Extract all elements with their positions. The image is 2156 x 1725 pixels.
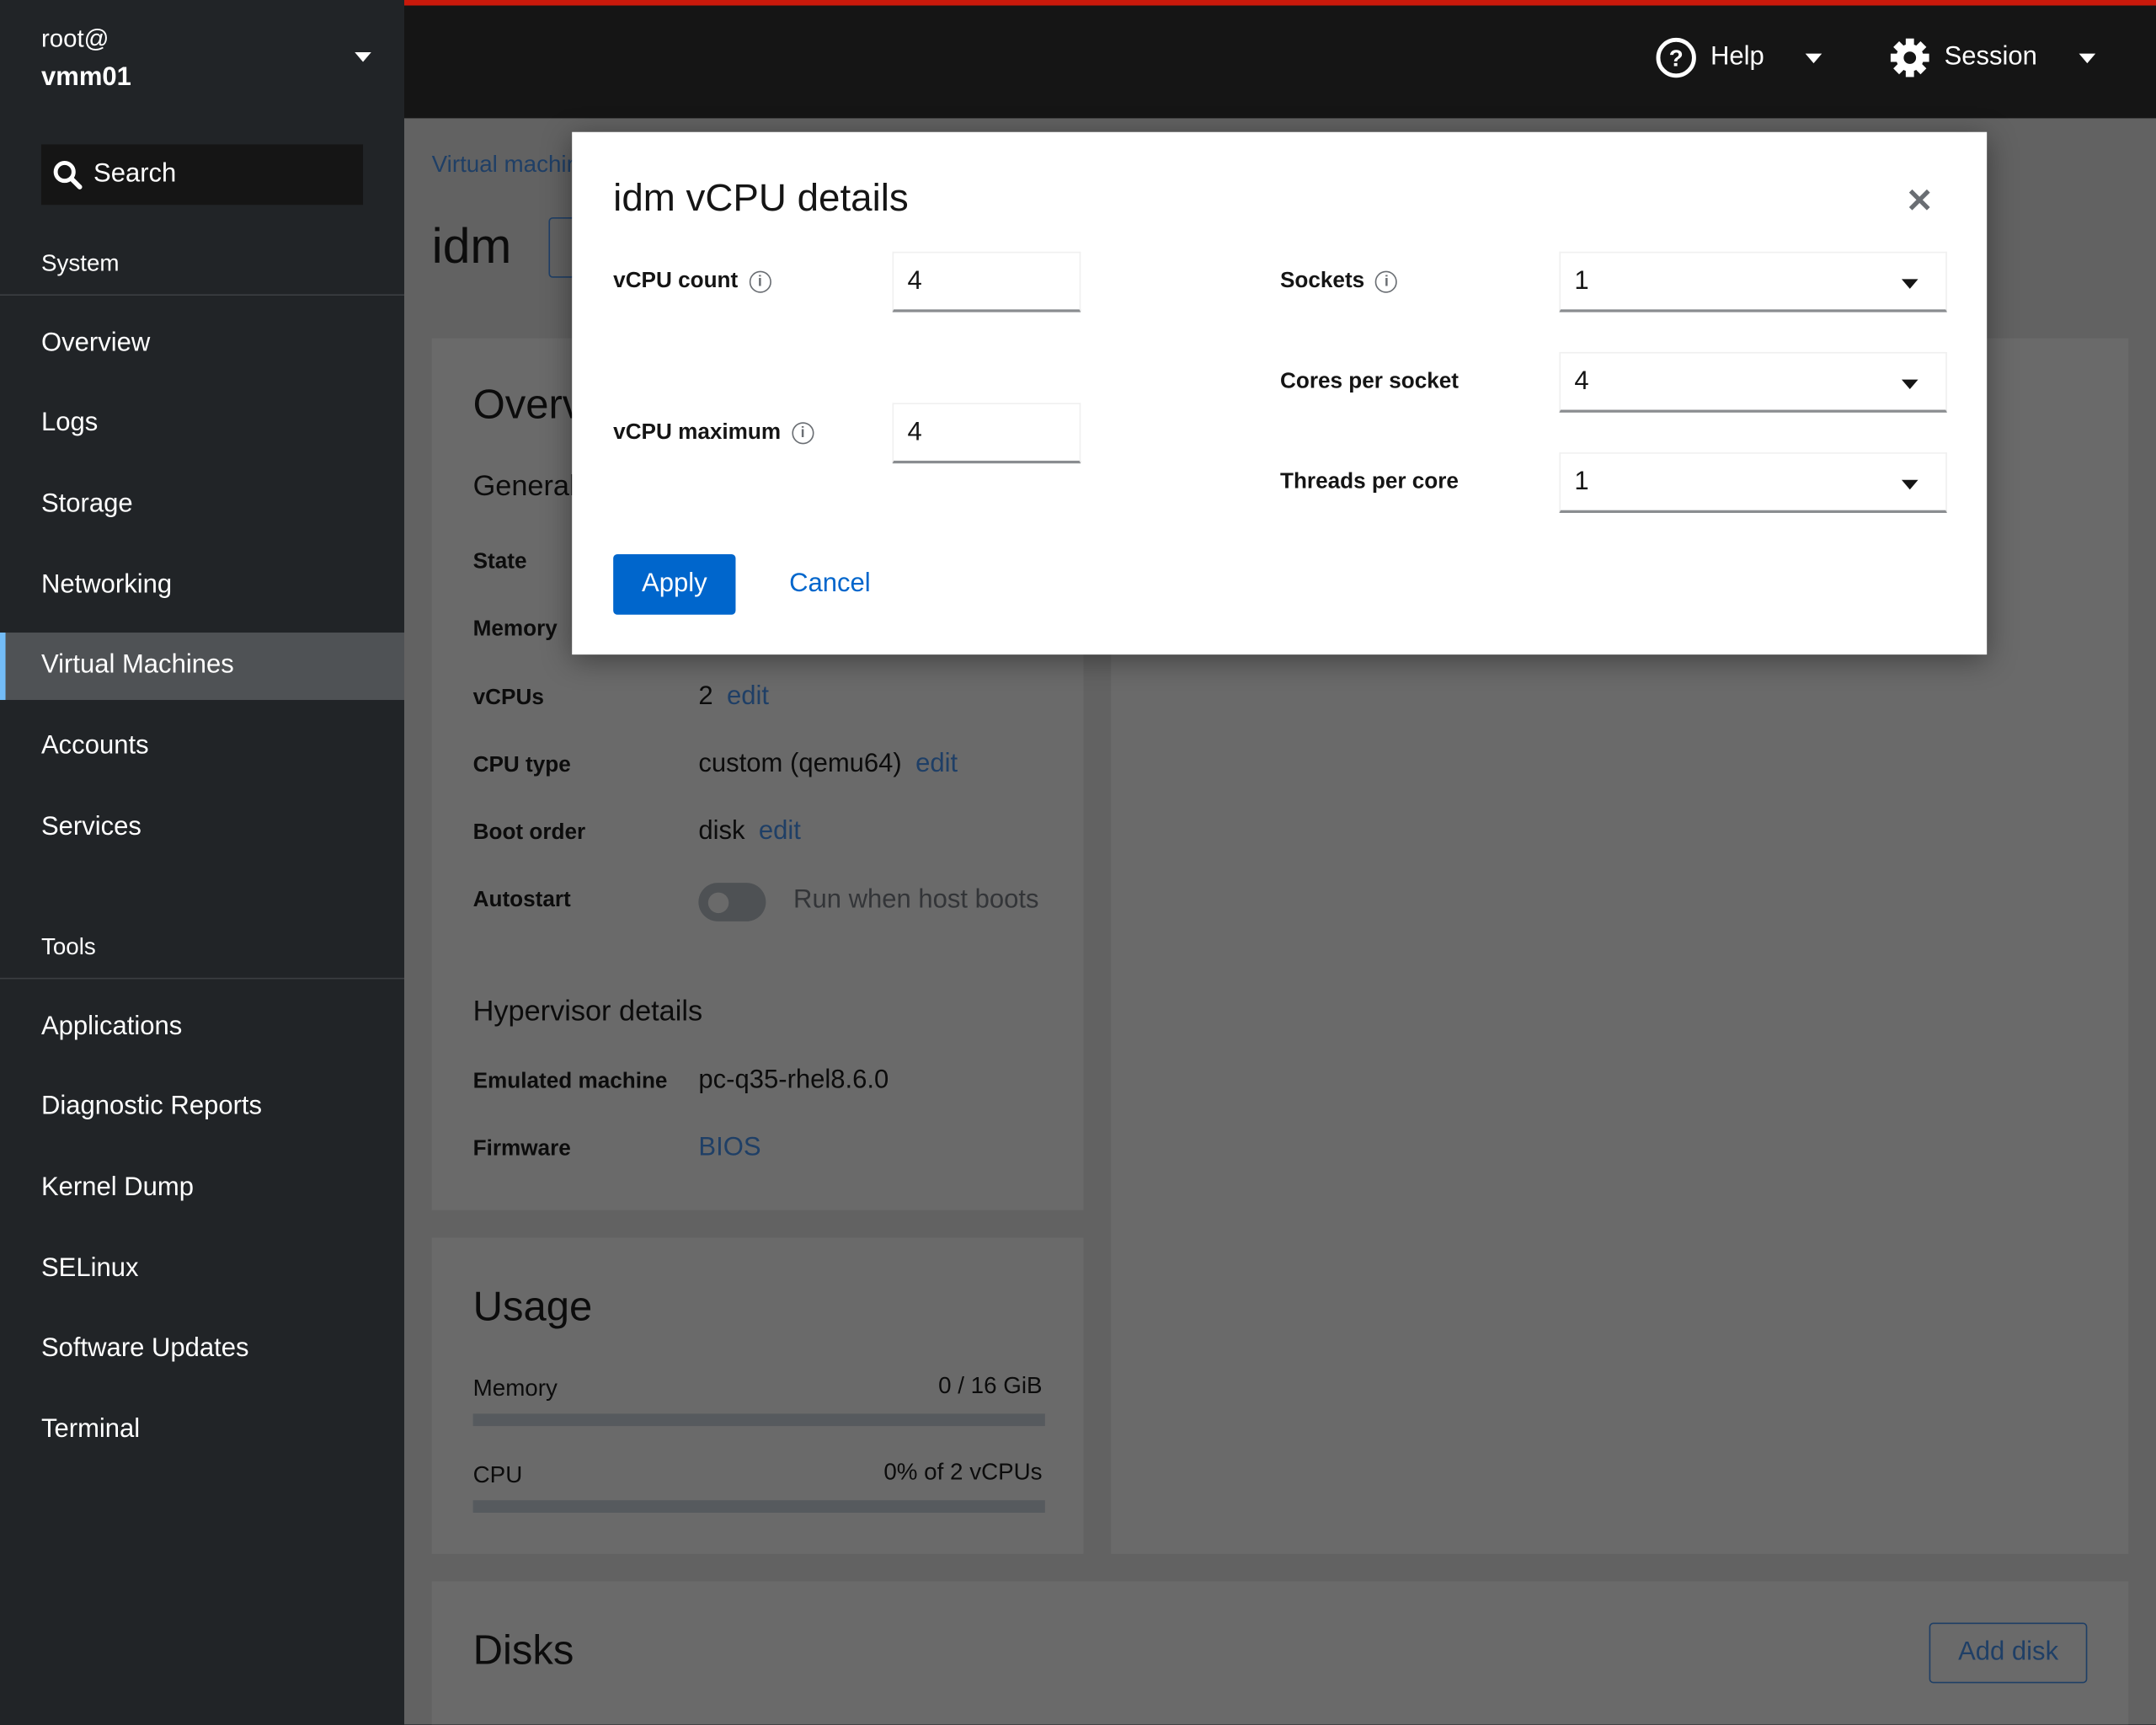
info-icon[interactable]: i [792,422,814,445]
chevron-down-icon [1805,52,1822,63]
row-label: vCPUs [472,686,544,709]
hypervisor-heading: Hypervisor details [472,996,703,1028]
threads-per-core-select[interactable]: 1 [1559,452,1947,513]
row-value: disk edit [698,817,801,847]
firmware-label: Firmware [472,1137,571,1161]
sidebar-item-kernel-dump[interactable]: Kernel Dump [0,1154,404,1221]
session-menu[interactable]: Session [1889,37,2095,78]
search-icon [53,161,83,190]
sidebar-item-storage[interactable]: Storage [0,471,404,538]
info-icon[interactable]: i [749,270,771,293]
usage-card: Usage Memory 0 / 16 GiB CPU 0% of 2 vCPU… [431,1237,1084,1554]
sidebar-item-selinux[interactable]: SELinux [0,1235,404,1302]
caret-down-icon [1901,379,1919,390]
tools-heading: Tools [40,933,96,960]
disks-title: Disks [472,1628,574,1674]
cores-value: 4 [1574,366,1589,397]
help-label: Help [1710,42,1764,72]
sidebar-item-software-updates[interactable]: Software Updates [0,1316,404,1383]
cores-per-socket-label: Cores per socket [1279,370,1459,393]
vcpu-maximum-label: vCPU maximum [613,420,782,445]
host-chevron-down-icon[interactable] [355,52,371,62]
row-value: 2 edit [698,681,769,712]
sidebar-item-logs[interactable]: Logs [0,390,404,457]
accent-line [403,0,2156,6]
sockets-select[interactable]: 1 [1559,251,1947,312]
cancel-button[interactable]: Cancel [789,569,871,600]
general-heading: General [472,470,576,502]
memory-label: Memory [472,1375,558,1402]
cpu-label: CPU [472,1461,523,1488]
divider [0,294,404,296]
svg-text:?: ? [1669,45,1684,71]
memory-value: 0 / 16 GiB [938,1372,1043,1399]
top-bar: ? Help Session [403,0,2156,119]
row-value-text: disk [698,817,745,846]
host-user: root@ [40,24,109,53]
divider [0,977,404,980]
apply-button[interactable]: Apply [613,553,736,615]
edit-link[interactable]: edit [915,750,958,778]
disks-card: Disks Add disk [431,1581,2129,1725]
row-label: CPU type [472,753,571,777]
sockets-value: 1 [1574,266,1589,296]
cores-per-socket-select[interactable]: 4 [1559,351,1947,413]
row-label: Boot order [472,820,586,845]
help-menu[interactable]: ? Help [1656,37,1822,78]
caret-down-icon [1901,479,1919,490]
help-icon: ? [1656,37,1696,78]
system-heading: System [40,250,120,277]
close-icon[interactable]: ✕ [1906,182,1934,222]
session-label: Session [1944,42,2037,72]
search-label: Search [93,159,177,189]
sidebar-item-services[interactable]: Services [0,793,404,861]
sidebar-item-networking[interactable]: Networking [0,552,404,619]
sidebar: root@ vmm01 Search System Tools Overview… [0,0,404,1725]
threads-per-core-label: Threads per core [1279,470,1459,494]
sockets-label: Sockets [1279,269,1365,293]
gear-icon [1890,38,1929,77]
modal-title: idm vCPU details [613,175,909,219]
caret-down-icon [1901,279,1919,289]
edit-link[interactable]: edit [727,681,769,710]
page-title: idm [431,216,512,274]
add-disk-button[interactable]: Add disk [1929,1622,2088,1684]
sidebar-item-applications[interactable]: Applications [0,993,404,1060]
sidebar-item-overview[interactable]: Overview [0,309,404,377]
firmware-link[interactable]: BIOS [698,1133,760,1163]
vcpu-count-input[interactable]: 4 [892,251,1081,312]
row-value-text: custom (qemu64) [698,749,902,778]
autostart-label: Autostart [472,888,571,912]
row-value: custom (qemu64) edit [698,750,958,780]
vcpu-count-label: vCPU count [613,269,739,293]
cpu-value: 0% of 2 vCPUs [883,1459,1043,1486]
row-label: Memory [472,617,558,642]
vcpu-details-modal: idm vCPU details ✕ vCPU count i 4 vCPU ma… [572,131,1988,655]
sidebar-item-diagnostic-reports[interactable]: Diagnostic Reports [0,1074,404,1141]
autostart-toggle[interactable] [698,883,766,921]
emulated-machine-value: pc-q35-rhel8.6.0 [698,1065,889,1095]
sidebar-item-accounts[interactable]: Accounts [0,713,404,781]
row-value-text: 2 [698,681,713,711]
cpu-progress-bar [472,1500,1045,1513]
usage-title: Usage [472,1284,593,1330]
memory-progress-bar [472,1413,1045,1427]
sidebar-item-virtual-machines[interactable]: Virtual Machines [0,632,404,700]
threads-value: 1 [1574,467,1589,497]
info-icon[interactable]: i [1375,270,1398,293]
row-label: State [472,550,527,574]
emulated-machine-label: Emulated machine [472,1070,668,1093]
edit-link[interactable]: edit [759,817,801,846]
chevron-down-icon [2078,52,2095,63]
vcpu-maximum-input[interactable]: 4 [892,403,1081,464]
search-input[interactable]: Search [40,144,364,206]
sidebar-item-terminal[interactable]: Terminal [0,1397,404,1464]
host-name[interactable]: vmm01 [41,63,131,93]
autostart-text: Run when host boots [793,885,1039,915]
